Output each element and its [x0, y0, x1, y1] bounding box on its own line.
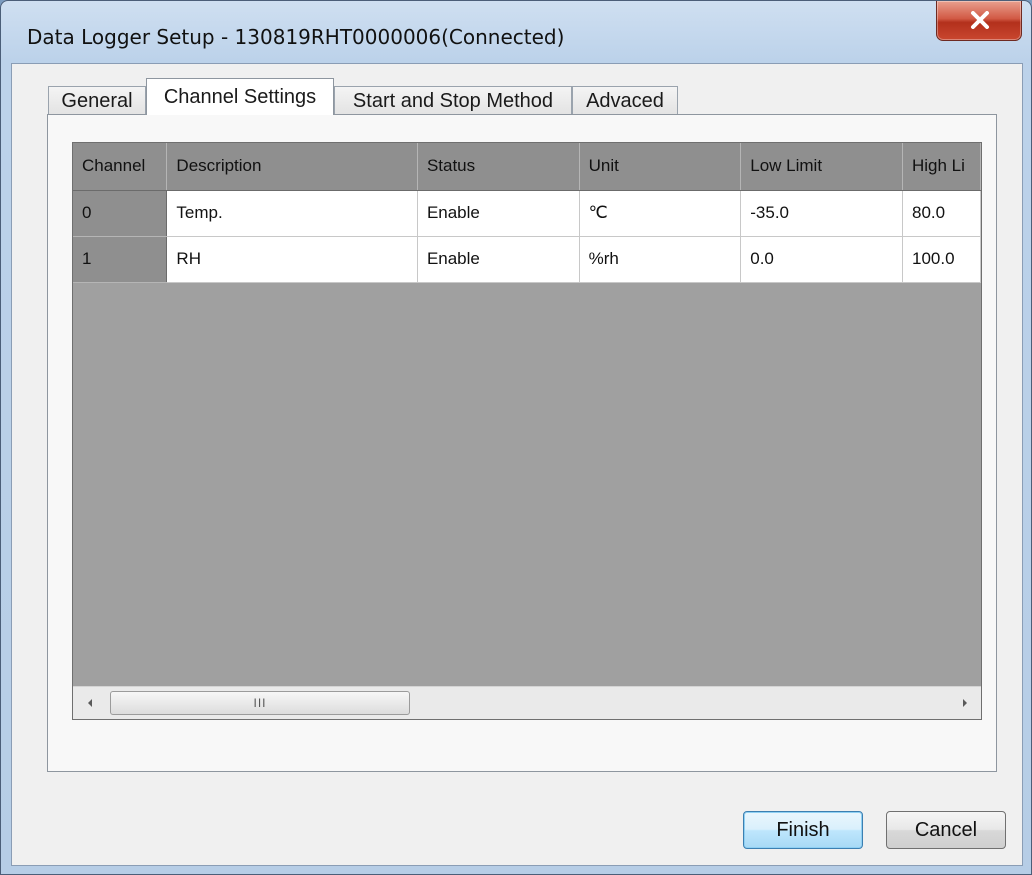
- channel-table: Channel Description Status Unit Low Limi…: [73, 143, 981, 283]
- horizontal-scrollbar[interactable]: III: [73, 686, 981, 719]
- cell-channel[interactable]: 0: [73, 190, 168, 237]
- window-title: Data Logger Setup - 130819RHT0000006(Con…: [27, 25, 565, 49]
- tab-label: Advaced: [586, 90, 664, 112]
- tab-advanced[interactable]: Advaced: [572, 86, 678, 116]
- tab-general[interactable]: General: [48, 86, 146, 116]
- channel-settings-panel: Channel Description Status Unit Low Limi…: [47, 114, 997, 772]
- cell-low-limit[interactable]: -35.0: [740, 190, 903, 237]
- column-header-description[interactable]: Description: [166, 143, 418, 191]
- tab-label: General: [61, 90, 133, 112]
- arrow-left-icon: [87, 699, 92, 707]
- tab-label: Start and Stop Method: [352, 90, 554, 112]
- column-header-channel[interactable]: Channel: [73, 143, 168, 191]
- dialog-client-area: General Channel Settings Start and Stop …: [11, 63, 1023, 866]
- channel-grid: Channel Description Status Unit Low Limi…: [72, 142, 982, 720]
- table-row[interactable]: 0 Temp. Enable ℃ -35.0 80.0: [73, 190, 981, 237]
- close-button[interactable]: [936, 1, 1022, 41]
- finish-button[interactable]: Finish: [743, 811, 863, 849]
- cell-description[interactable]: RH: [166, 236, 418, 283]
- column-header-low-limit[interactable]: Low Limit: [740, 143, 903, 191]
- scroll-right-button[interactable]: [948, 687, 981, 719]
- scroll-grip: III: [253, 696, 267, 710]
- tab-channel-settings[interactable]: Channel Settings: [146, 78, 334, 115]
- tab-start-and-stop-method[interactable]: Start and Stop Method: [334, 86, 572, 116]
- column-header-high-limit[interactable]: High Li: [902, 143, 981, 191]
- scroll-thumb[interactable]: III: [110, 691, 410, 715]
- close-icon: [971, 11, 989, 29]
- cell-high-limit[interactable]: 100.0: [902, 236, 981, 283]
- table-row[interactable]: 1 RH Enable %rh 0.0 100.0: [73, 236, 981, 283]
- cell-description[interactable]: Temp.: [166, 190, 418, 237]
- column-header-unit[interactable]: Unit: [579, 143, 742, 191]
- cancel-button[interactable]: Cancel: [886, 811, 1006, 849]
- cell-channel[interactable]: 1: [73, 236, 168, 283]
- cell-status[interactable]: Enable: [417, 190, 580, 237]
- column-header-status[interactable]: Status: [417, 143, 580, 191]
- cell-unit[interactable]: %rh: [579, 236, 742, 283]
- dialog-window: Data Logger Setup - 130819RHT0000006(Con…: [0, 0, 1032, 875]
- arrow-right-icon: [962, 699, 967, 707]
- tab-label: Channel Settings: [163, 85, 317, 108]
- scroll-left-button[interactable]: [73, 687, 106, 719]
- table-header-row: Channel Description Status Unit Low Limi…: [73, 143, 981, 191]
- cell-unit[interactable]: ℃: [579, 190, 742, 237]
- cell-status[interactable]: Enable: [417, 236, 580, 283]
- cell-low-limit[interactable]: 0.0: [740, 236, 903, 283]
- cell-high-limit[interactable]: 80.0: [902, 190, 981, 237]
